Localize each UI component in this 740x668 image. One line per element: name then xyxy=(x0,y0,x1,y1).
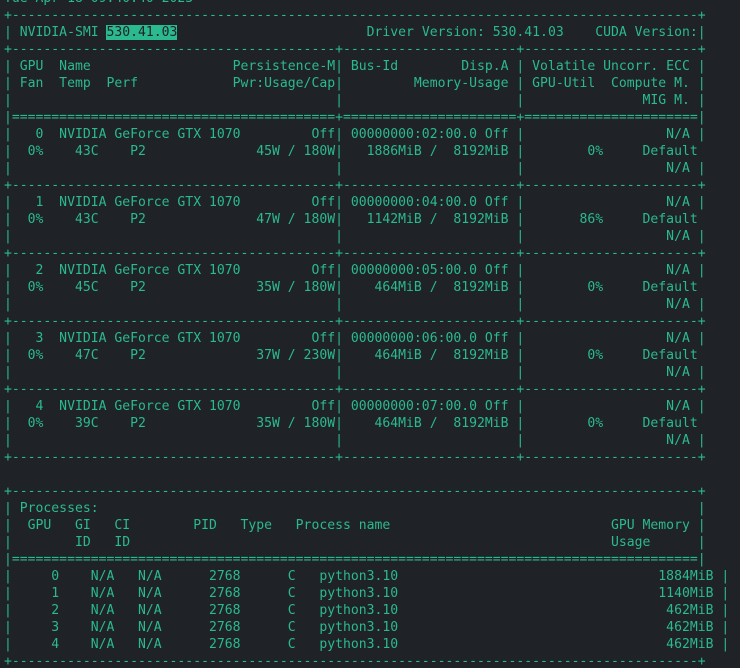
terminal-output: Tue Apr 18 09:40:40 2023 +--------------… xyxy=(4,0,740,668)
table-border: +---------------------------------------… xyxy=(4,8,706,23)
process-row: | 0 N/A N/A 2768 C python3.10 1884MiB | xyxy=(4,569,730,584)
process-row: | 4 N/A N/A 2768 C python3.10 462MiB | xyxy=(4,637,730,652)
gpu-row: | | | N/A | xyxy=(4,161,706,176)
table-border: +---------------------------------------… xyxy=(4,484,706,499)
smi-header-line: | NVIDIA-SMI 530.41.03 Driver Version: 5… xyxy=(4,25,706,40)
gpu-row: | 0% 43C P2 47W / 180W| 1142MiB / 8192Mi… xyxy=(4,212,740,227)
process-table-header: | GPU GI CI PID Type Process name GPU Me… xyxy=(4,518,706,533)
gpu-row: | 0 NVIDIA GeForce GTX 1070 Off| 0000000… xyxy=(4,127,706,142)
gpu-row: | 0% 43C P2 45W / 180W| 1886MiB / 8192Mi… xyxy=(4,144,740,159)
gpu-table-header: | Fan Temp Perf Pwr:Usage/Cap| Memory-Us… xyxy=(4,76,706,91)
gpu-row: | 0% 45C P2 35W / 180W| 464MiB / 8192MiB… xyxy=(4,280,740,295)
gpu-row: | | | N/A | xyxy=(4,365,706,380)
table-border: +---------------------------------------… xyxy=(4,178,706,193)
table-border: +---------------------------------------… xyxy=(4,42,706,57)
table-border: +---------------------------------------… xyxy=(4,654,706,668)
gpu-row: | 1 NVIDIA GeForce GTX 1070 Off| 0000000… xyxy=(4,195,706,210)
table-border: +---------------------------------------… xyxy=(4,246,706,261)
gpu-row: | | | N/A | xyxy=(4,433,706,448)
smi-version-highlight: 530.41.03 xyxy=(106,25,178,40)
gpu-row: | 0% 39C P2 35W / 180W| 464MiB / 8192MiB… xyxy=(4,416,740,431)
processes-title: | Processes: | xyxy=(4,501,706,516)
table-separator: |=======================================… xyxy=(4,552,706,567)
process-row: | 3 N/A N/A 2768 C python3.10 462MiB | xyxy=(4,620,730,635)
gpu-row: | 0% 47C P2 37W / 230W| 464MiB / 8192MiB… xyxy=(4,348,740,363)
process-row: | 1 N/A N/A 2768 C python3.10 1140MiB | xyxy=(4,586,730,601)
gpu-row: | 2 NVIDIA GeForce GTX 1070 Off| 0000000… xyxy=(4,263,706,278)
table-separator: |=======================================… xyxy=(4,110,706,125)
gpu-row: | 4 NVIDIA GeForce GTX 1070 Off| 0000000… xyxy=(4,399,706,414)
timestamp-line: Tue Apr 18 09:40:40 2023 xyxy=(4,0,193,6)
table-border: +---------------------------------------… xyxy=(4,314,706,329)
gpu-row: | | | N/A | xyxy=(4,297,706,312)
table-border: +---------------------------------------… xyxy=(4,450,706,465)
gpu-row: | | | N/A | xyxy=(4,229,706,244)
gpu-table-header: | | | MIG M. | xyxy=(4,93,706,108)
gpu-row: | 3 NVIDIA GeForce GTX 1070 Off| 0000000… xyxy=(4,331,706,346)
table-border: +---------------------------------------… xyxy=(4,382,706,397)
process-table-header: | ID ID Usage | xyxy=(4,535,706,550)
process-row: | 2 N/A N/A 2768 C python3.10 462MiB | xyxy=(4,603,730,618)
gpu-table-header: | GPU Name Persistence-M| Bus-Id Disp.A … xyxy=(4,59,706,74)
terminal-window[interactable]: Tue Apr 18 09:40:40 2023 +--------------… xyxy=(0,0,740,668)
